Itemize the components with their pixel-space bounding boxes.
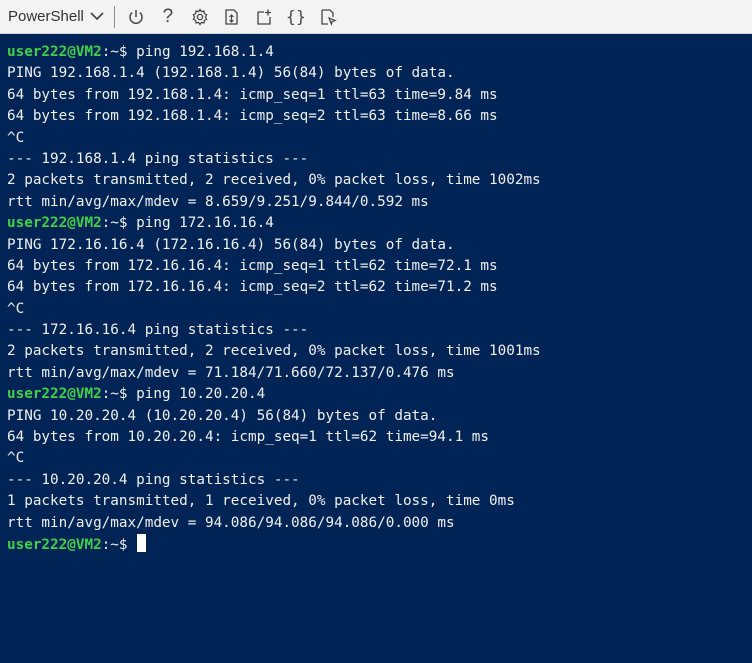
- terminal-output-line: --- 172.16.16.4 ping statistics ---: [7, 322, 309, 339]
- upload-download-icon: [223, 8, 241, 26]
- power-button[interactable]: [125, 6, 147, 28]
- terminal-output-line: PING 172.16.16.4 (172.16.16.4) 56(84) by…: [7, 236, 455, 253]
- prompt-user-host: user222@VM2: [7, 44, 102, 60]
- new-session-icon: [255, 8, 273, 26]
- new-session-button[interactable]: [253, 6, 275, 28]
- terminal-output-line: rtt min/avg/max/mdev = 71.184/71.660/72.…: [7, 364, 455, 381]
- prompt-path: :~$: [101, 215, 137, 232]
- chevron-down-icon: [90, 12, 104, 21]
- terminal-output-line: 64 bytes from 10.20.20.4: icmp_seq=1 ttl…: [7, 429, 490, 446]
- shell-selector-label: PowerShell: [8, 8, 84, 25]
- help-button[interactable]: ?: [157, 6, 179, 28]
- question-icon: ?: [162, 5, 174, 27]
- terminal-cursor: [137, 533, 147, 552]
- terminal-prompt-line: user222@VM2:~$: [7, 533, 752, 555]
- prompt-user-host: user222@VM2: [7, 215, 102, 232]
- terminal-output-line: rtt min/avg/max/mdev = 8.659/9.251/9.844…: [7, 193, 429, 210]
- cloud-shell-window: PowerShell ? {} user222@VM2:~$ ping 192.…: [0, 0, 752, 663]
- settings-button[interactable]: [189, 6, 211, 28]
- prompt-command: ping 192.168.1.4: [136, 44, 274, 60]
- prompt-command: ping 10.20.20.4: [136, 386, 266, 403]
- terminal-output-line: PING 10.20.20.4 (10.20.20.4) 56(84) byte…: [7, 407, 438, 424]
- terminal-prompt-line: user222@VM2:~$ ping 10.20.20.4: [7, 384, 752, 405]
- terminal-output-line: ^C: [7, 300, 25, 317]
- terminal-output-line: 64 bytes from 192.168.1.4: icmp_seq=2 tt…: [7, 108, 498, 125]
- terminal-prompt-line: user222@VM2:~$ ping 172.16.16.4: [7, 213, 752, 234]
- terminal-output-line: 64 bytes from 192.168.1.4: icmp_seq=1 tt…: [7, 86, 498, 103]
- prompt-path: :~$: [101, 44, 137, 60]
- terminal-output-line: rtt min/avg/max/mdev = 94.086/94.086/94.…: [7, 514, 455, 531]
- prompt-path: :~$: [101, 536, 137, 553]
- web-preview-icon: [319, 8, 337, 26]
- terminal-output-line: --- 10.20.20.4 ping statistics ---: [7, 471, 300, 488]
- toolbar: PowerShell ? {}: [0, 0, 752, 34]
- terminal-output-line: 2 packets transmitted, 2 received, 0% pa…: [7, 343, 541, 360]
- terminal-output-line: 1 packets transmitted, 1 received, 0% pa…: [7, 493, 515, 510]
- terminal-output-line: 2 packets transmitted, 2 received, 0% pa…: [7, 172, 541, 189]
- shell-selector-dropdown[interactable]: PowerShell: [0, 0, 110, 34]
- terminal-output[interactable]: user222@VM2:~$ ping 192.168.1.4 PING 192.…: [0, 34, 752, 663]
- terminal-output-line: PING 192.168.1.4 (192.168.1.4) 56(84) by…: [7, 65, 455, 82]
- gear-icon: [191, 7, 209, 26]
- terminal-output-line: ^C: [7, 450, 25, 467]
- toolbar-divider: [113, 5, 115, 28]
- prompt-command: ping 172.16.16.4: [136, 215, 274, 232]
- terminal-output-line: 64 bytes from 172.16.16.4: icmp_seq=2 tt…: [7, 279, 498, 296]
- terminal-output-line: --- 192.168.1.4 ping statistics ---: [7, 150, 309, 167]
- web-preview-button[interactable]: [317, 6, 339, 28]
- prompt-user-host: user222@VM2: [7, 536, 102, 553]
- terminal-output-line: 64 bytes from 172.16.16.4: icmp_seq=1 tt…: [7, 257, 498, 274]
- braces-icon: {}: [285, 7, 307, 26]
- terminal-prompt-line: user222@VM2:~$ ping 192.168.1.4: [7, 42, 752, 63]
- terminal-output-line: ^C: [7, 129, 25, 146]
- prompt-user-host: user222@VM2: [7, 386, 102, 403]
- upload-download-button[interactable]: [221, 6, 243, 28]
- power-icon: [127, 8, 145, 26]
- prompt-path: :~$: [101, 386, 137, 403]
- editor-button[interactable]: {}: [285, 6, 307, 28]
